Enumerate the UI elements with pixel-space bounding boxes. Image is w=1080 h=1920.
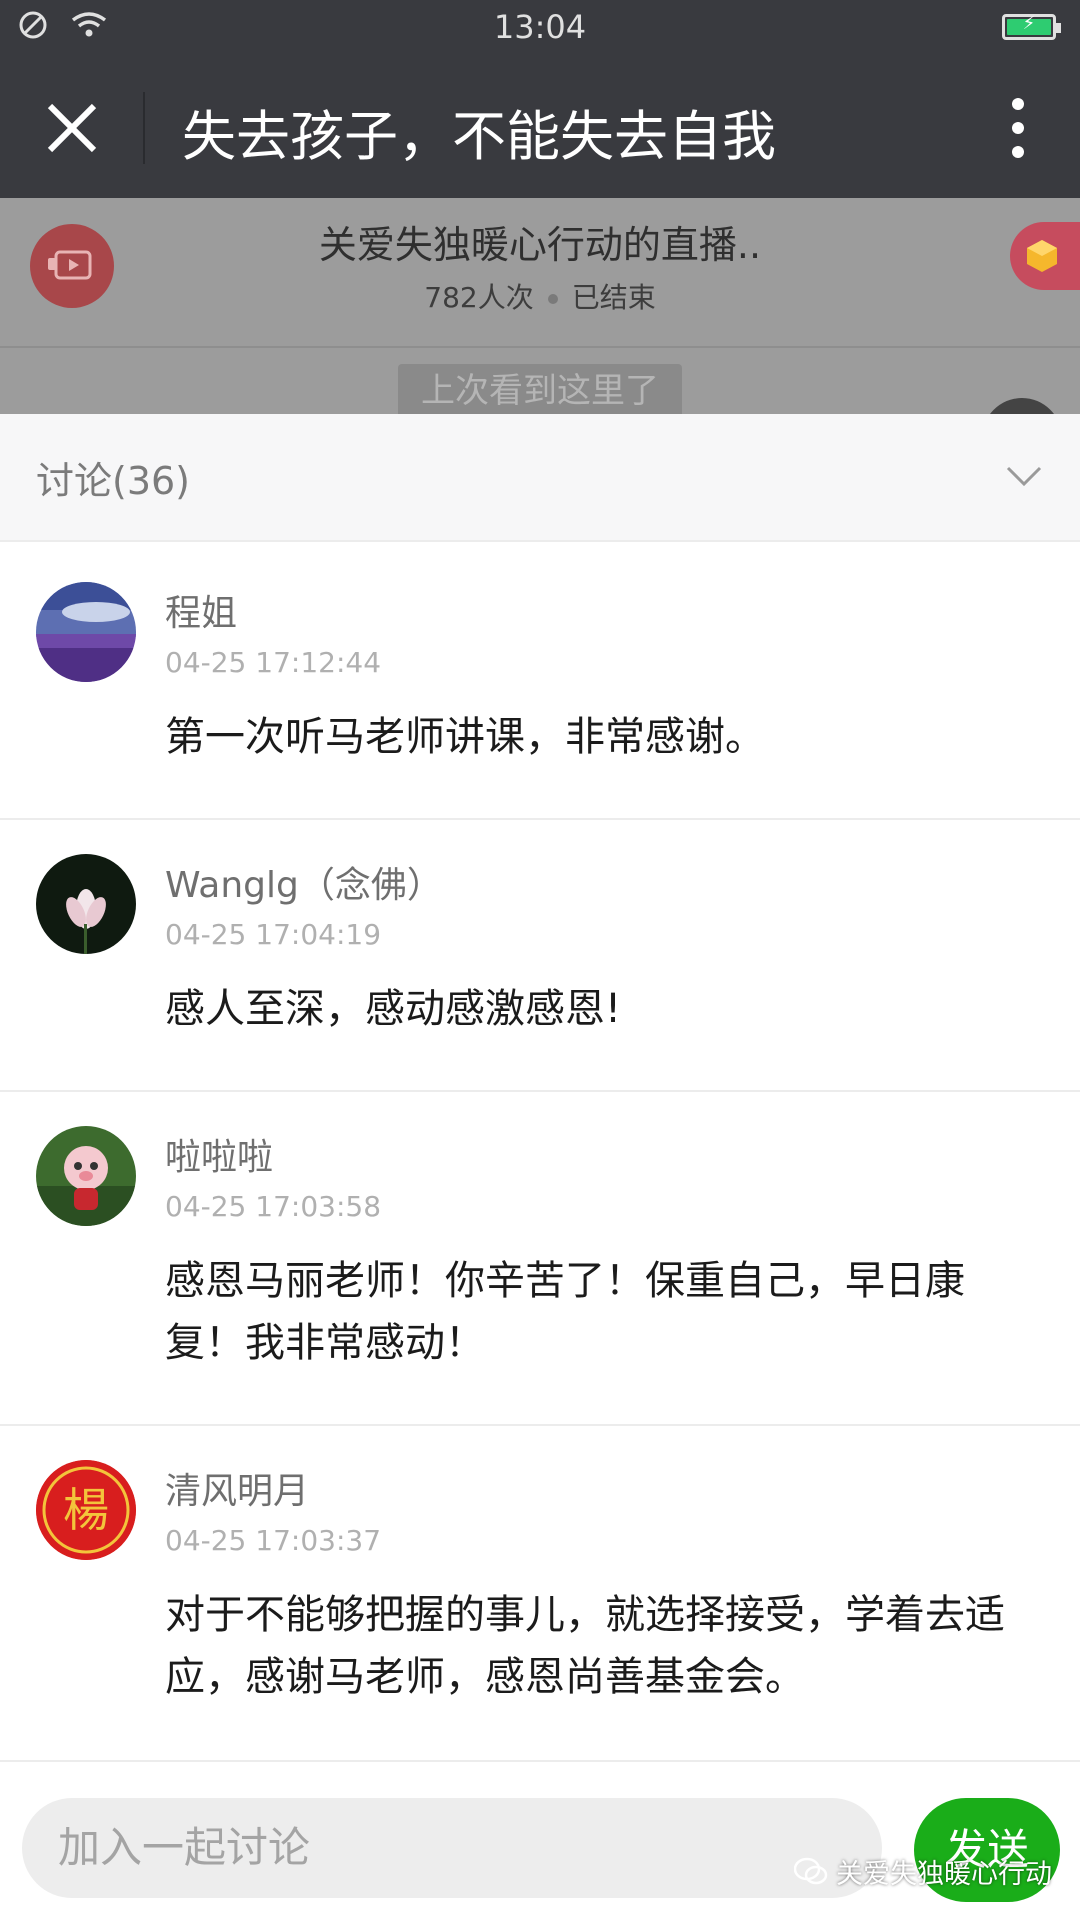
yang-character-avatar-image: 楊 bbox=[36, 1460, 136, 1560]
avatar[interactable] bbox=[36, 854, 136, 954]
page-title: 失去孩子，不能失去自我 bbox=[182, 105, 776, 168]
cube-icon bbox=[1027, 240, 1057, 272]
comment-time: 04-25 17:04:19 bbox=[165, 918, 382, 951]
comment-item: 程姐 04-25 17:12:44 第一次听马老师讲课，非常感谢。 bbox=[0, 548, 1080, 820]
close-button[interactable] bbox=[40, 96, 104, 160]
watermark: 关爱失独暖心行动 bbox=[794, 1852, 1052, 1891]
live-meta: 782人次 已结束 bbox=[0, 276, 1080, 316]
last-seen-marker: 上次看到这里了 bbox=[398, 364, 682, 414]
discussion-title: 讨论(36) bbox=[36, 459, 191, 503]
live-title: 关爱失独暖心行动的直播.. bbox=[318, 223, 762, 267]
comment-text: 第一次听马老师讲课，非常感谢。 bbox=[165, 714, 765, 760]
view-count: 782人次 bbox=[424, 281, 534, 314]
comment-item: 啦啦啦 04-25 17:03:58 感恩马丽老师！你辛苦了！保重自己，早日康复… bbox=[0, 1092, 1080, 1426]
separator-dot bbox=[547, 294, 558, 304]
comment-time: 04-25 17:12:44 bbox=[165, 646, 382, 679]
comment-time: 04-25 17:03:37 bbox=[165, 1524, 382, 1557]
title-divider bbox=[143, 92, 145, 164]
discussion-input[interactable] bbox=[22, 1798, 882, 1898]
input-bar: 发送 bbox=[0, 1762, 1080, 1920]
comment-author: 清风明月 bbox=[165, 1471, 310, 1512]
comment-item: 楊 清风明月 04-25 17:03:37 对于不能够把握的事儿，就选择接受，学… bbox=[0, 1426, 1080, 1762]
comment-author: Wanglg（念佛） bbox=[165, 865, 443, 906]
avatar[interactable] bbox=[36, 582, 136, 682]
watermark-text: 关爱失独暖心行动 bbox=[836, 1859, 1052, 1890]
avatar[interactable]: 楊 bbox=[36, 1460, 136, 1560]
divider bbox=[0, 346, 1080, 348]
gift-button[interactable] bbox=[1010, 222, 1080, 290]
wechat-icon bbox=[794, 1857, 828, 1884]
comment-text: 对于不能够把握的事儿，就选择接受，学着去适应，感谢马老师，感恩尚善基金会。 bbox=[165, 1592, 1005, 1700]
comment-time: 04-25 17:03:58 bbox=[165, 1190, 382, 1223]
floating-button[interactable] bbox=[982, 398, 1062, 414]
collapse-button[interactable] bbox=[1002, 454, 1046, 498]
comment-text: 感人至深，感动感激感恩! bbox=[165, 986, 622, 1032]
live-header: 关爱失独暖心行动的直播.. 782人次 已结束 上次看到这里了 bbox=[0, 198, 1080, 414]
svg-text:楊: 楊 bbox=[63, 1483, 109, 1537]
chevron-down-icon bbox=[1006, 466, 1042, 487]
comment-text: 感恩马丽老师！你辛苦了！保重自己，早日康复！我非常感动！ bbox=[165, 1258, 965, 1366]
more-vertical-icon bbox=[1012, 98, 1024, 158]
status-bar: 13:04 ⚡ bbox=[0, 0, 1080, 56]
more-button[interactable] bbox=[1006, 92, 1030, 164]
discussion-header: 讨论(36) bbox=[0, 414, 1080, 542]
lavender-field-avatar-image bbox=[36, 582, 136, 682]
lotus-avatar-image bbox=[36, 854, 136, 954]
cartoon-pig-avatar-image bbox=[36, 1126, 136, 1226]
title-bar: 失去孩子，不能失去自我 bbox=[0, 56, 1080, 198]
comment-item: Wanglg（念佛） 04-25 17:04:19 感人至深，感动感激感恩! bbox=[0, 820, 1080, 1092]
avatar[interactable] bbox=[36, 1126, 136, 1226]
status-time: 13:04 bbox=[493, 8, 587, 46]
battery-charging-icon: ⚡ bbox=[1002, 13, 1061, 40]
live-status: 已结束 bbox=[571, 281, 656, 314]
close-icon bbox=[47, 103, 97, 153]
comment-author: 啦啦啦 bbox=[165, 1137, 274, 1178]
comment-author: 程姐 bbox=[165, 593, 238, 634]
